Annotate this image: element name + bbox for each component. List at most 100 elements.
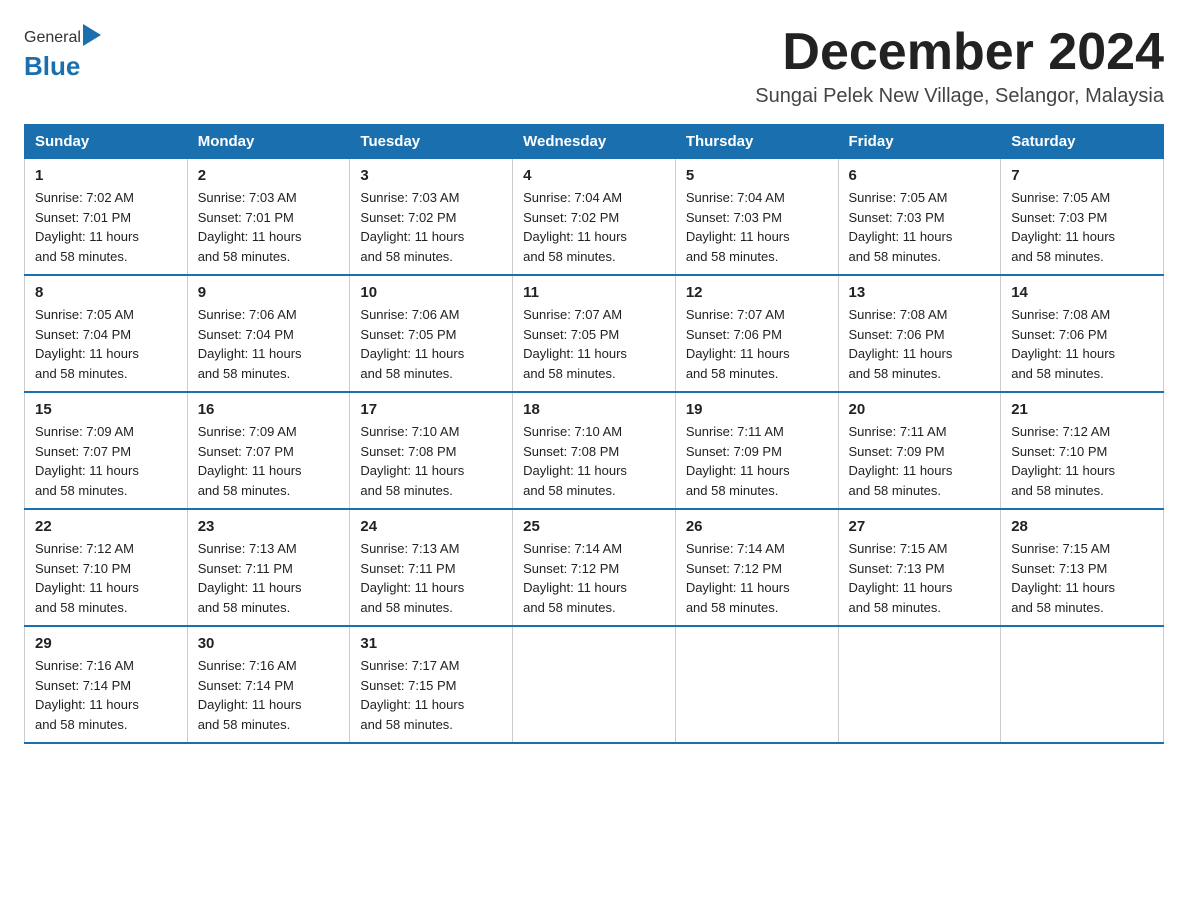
day-info: Sunrise: 7:07 AM Sunset: 7:06 PM Dayligh…: [686, 305, 828, 383]
col-header-friday: Friday: [838, 125, 1001, 159]
col-header-monday: Monday: [187, 125, 350, 159]
calendar-cell: 13 Sunrise: 7:08 AM Sunset: 7:06 PM Dayl…: [838, 275, 1001, 392]
day-number: 21: [1011, 401, 1153, 418]
day-info: Sunrise: 7:04 AM Sunset: 7:02 PM Dayligh…: [523, 188, 665, 266]
day-info: Sunrise: 7:17 AM Sunset: 7:15 PM Dayligh…: [360, 656, 502, 734]
day-info: Sunrise: 7:11 AM Sunset: 7:09 PM Dayligh…: [686, 422, 828, 500]
calendar-week-row-5: 29 Sunrise: 7:16 AM Sunset: 7:14 PM Dayl…: [25, 626, 1164, 743]
day-info: Sunrise: 7:03 AM Sunset: 7:02 PM Dayligh…: [360, 188, 502, 266]
day-info: Sunrise: 7:08 AM Sunset: 7:06 PM Dayligh…: [849, 305, 991, 383]
col-header-sunday: Sunday: [25, 125, 188, 159]
calendar-header-row: SundayMondayTuesdayWednesdayThursdayFrid…: [25, 125, 1164, 159]
day-number: 20: [849, 401, 991, 418]
day-number: 28: [1011, 518, 1153, 535]
calendar-cell: 24 Sunrise: 7:13 AM Sunset: 7:11 PM Dayl…: [350, 509, 513, 626]
day-number: 24: [360, 518, 502, 535]
calendar-cell: [675, 626, 838, 743]
day-info: Sunrise: 7:15 AM Sunset: 7:13 PM Dayligh…: [849, 539, 991, 617]
day-number: 2: [198, 167, 340, 184]
day-info: Sunrise: 7:14 AM Sunset: 7:12 PM Dayligh…: [523, 539, 665, 617]
day-number: 15: [35, 401, 177, 418]
calendar-cell: 10 Sunrise: 7:06 AM Sunset: 7:05 PM Dayl…: [350, 275, 513, 392]
day-number: 27: [849, 518, 991, 535]
col-header-thursday: Thursday: [675, 125, 838, 159]
col-header-tuesday: Tuesday: [350, 125, 513, 159]
day-info: Sunrise: 7:05 AM Sunset: 7:03 PM Dayligh…: [1011, 188, 1153, 266]
day-number: 3: [360, 167, 502, 184]
day-info: Sunrise: 7:16 AM Sunset: 7:14 PM Dayligh…: [198, 656, 340, 734]
day-info: Sunrise: 7:11 AM Sunset: 7:09 PM Dayligh…: [849, 422, 991, 500]
day-number: 18: [523, 401, 665, 418]
day-number: 6: [849, 167, 991, 184]
calendar-cell: 8 Sunrise: 7:05 AM Sunset: 7:04 PM Dayli…: [25, 275, 188, 392]
calendar-cell: [1001, 626, 1164, 743]
day-number: 4: [523, 167, 665, 184]
calendar-cell: 30 Sunrise: 7:16 AM Sunset: 7:14 PM Dayl…: [187, 626, 350, 743]
calendar-cell: 4 Sunrise: 7:04 AM Sunset: 7:02 PM Dayli…: [513, 159, 676, 276]
calendar-week-row-1: 1 Sunrise: 7:02 AM Sunset: 7:01 PM Dayli…: [25, 159, 1164, 276]
day-info: Sunrise: 7:02 AM Sunset: 7:01 PM Dayligh…: [35, 188, 177, 266]
day-number: 16: [198, 401, 340, 418]
calendar-cell: 14 Sunrise: 7:08 AM Sunset: 7:06 PM Dayl…: [1001, 275, 1164, 392]
calendar-cell: [513, 626, 676, 743]
calendar-week-row-3: 15 Sunrise: 7:09 AM Sunset: 7:07 PM Dayl…: [25, 392, 1164, 509]
day-number: 14: [1011, 284, 1153, 301]
day-number: 29: [35, 635, 177, 652]
calendar-table: SundayMondayTuesdayWednesdayThursdayFrid…: [24, 124, 1164, 744]
day-info: Sunrise: 7:12 AM Sunset: 7:10 PM Dayligh…: [1011, 422, 1153, 500]
logo-triangle-icon: [83, 24, 101, 51]
calendar-cell: 15 Sunrise: 7:09 AM Sunset: 7:07 PM Dayl…: [25, 392, 188, 509]
day-info: Sunrise: 7:14 AM Sunset: 7:12 PM Dayligh…: [686, 539, 828, 617]
calendar-cell: 1 Sunrise: 7:02 AM Sunset: 7:01 PM Dayli…: [25, 159, 188, 276]
calendar-cell: 22 Sunrise: 7:12 AM Sunset: 7:10 PM Dayl…: [25, 509, 188, 626]
day-number: 12: [686, 284, 828, 301]
day-number: 8: [35, 284, 177, 301]
page-header: General Blue December 2024 Sungai Pelek …: [24, 24, 1164, 108]
calendar-cell: 9 Sunrise: 7:06 AM Sunset: 7:04 PM Dayli…: [187, 275, 350, 392]
day-info: Sunrise: 7:16 AM Sunset: 7:14 PM Dayligh…: [35, 656, 177, 734]
day-info: Sunrise: 7:07 AM Sunset: 7:05 PM Dayligh…: [523, 305, 665, 383]
calendar-cell: 31 Sunrise: 7:17 AM Sunset: 7:15 PM Dayl…: [350, 626, 513, 743]
calendar-cell: 16 Sunrise: 7:09 AM Sunset: 7:07 PM Dayl…: [187, 392, 350, 509]
calendar-cell: 28 Sunrise: 7:15 AM Sunset: 7:13 PM Dayl…: [1001, 509, 1164, 626]
day-number: 7: [1011, 167, 1153, 184]
calendar-cell: 6 Sunrise: 7:05 AM Sunset: 7:03 PM Dayli…: [838, 159, 1001, 276]
day-info: Sunrise: 7:06 AM Sunset: 7:05 PM Dayligh…: [360, 305, 502, 383]
day-number: 25: [523, 518, 665, 535]
day-info: Sunrise: 7:04 AM Sunset: 7:03 PM Dayligh…: [686, 188, 828, 266]
day-number: 26: [686, 518, 828, 535]
calendar-cell: 29 Sunrise: 7:16 AM Sunset: 7:14 PM Dayl…: [25, 626, 188, 743]
calendar-cell: 21 Sunrise: 7:12 AM Sunset: 7:10 PM Dayl…: [1001, 392, 1164, 509]
day-number: 23: [198, 518, 340, 535]
day-info: Sunrise: 7:10 AM Sunset: 7:08 PM Dayligh…: [360, 422, 502, 500]
day-info: Sunrise: 7:09 AM Sunset: 7:07 PM Dayligh…: [35, 422, 177, 500]
logo-blue-text: Blue: [24, 51, 80, 81]
calendar-week-row-4: 22 Sunrise: 7:12 AM Sunset: 7:10 PM Dayl…: [25, 509, 1164, 626]
day-info: Sunrise: 7:09 AM Sunset: 7:07 PM Dayligh…: [198, 422, 340, 500]
day-number: 1: [35, 167, 177, 184]
calendar-cell: 2 Sunrise: 7:03 AM Sunset: 7:01 PM Dayli…: [187, 159, 350, 276]
day-info: Sunrise: 7:08 AM Sunset: 7:06 PM Dayligh…: [1011, 305, 1153, 383]
day-info: Sunrise: 7:03 AM Sunset: 7:01 PM Dayligh…: [198, 188, 340, 266]
day-info: Sunrise: 7:05 AM Sunset: 7:04 PM Dayligh…: [35, 305, 177, 383]
day-info: Sunrise: 7:05 AM Sunset: 7:03 PM Dayligh…: [849, 188, 991, 266]
calendar-cell: 3 Sunrise: 7:03 AM Sunset: 7:02 PM Dayli…: [350, 159, 513, 276]
day-number: 17: [360, 401, 502, 418]
calendar-cell: 18 Sunrise: 7:10 AM Sunset: 7:08 PM Dayl…: [513, 392, 676, 509]
calendar-cell: 20 Sunrise: 7:11 AM Sunset: 7:09 PM Dayl…: [838, 392, 1001, 509]
logo: General Blue: [24, 24, 103, 82]
col-header-wednesday: Wednesday: [513, 125, 676, 159]
calendar-cell: 11 Sunrise: 7:07 AM Sunset: 7:05 PM Dayl…: [513, 275, 676, 392]
month-title: December 2024: [755, 24, 1164, 81]
calendar-week-row-2: 8 Sunrise: 7:05 AM Sunset: 7:04 PM Dayli…: [25, 275, 1164, 392]
day-info: Sunrise: 7:06 AM Sunset: 7:04 PM Dayligh…: [198, 305, 340, 383]
day-info: Sunrise: 7:10 AM Sunset: 7:08 PM Dayligh…: [523, 422, 665, 500]
calendar-cell: 12 Sunrise: 7:07 AM Sunset: 7:06 PM Dayl…: [675, 275, 838, 392]
calendar-cell: [838, 626, 1001, 743]
location-subtitle: Sungai Pelek New Village, Selangor, Mala…: [755, 85, 1164, 108]
day-info: Sunrise: 7:13 AM Sunset: 7:11 PM Dayligh…: [360, 539, 502, 617]
day-number: 5: [686, 167, 828, 184]
calendar-cell: 25 Sunrise: 7:14 AM Sunset: 7:12 PM Dayl…: [513, 509, 676, 626]
title-area: December 2024 Sungai Pelek New Village, …: [755, 24, 1164, 108]
day-number: 30: [198, 635, 340, 652]
